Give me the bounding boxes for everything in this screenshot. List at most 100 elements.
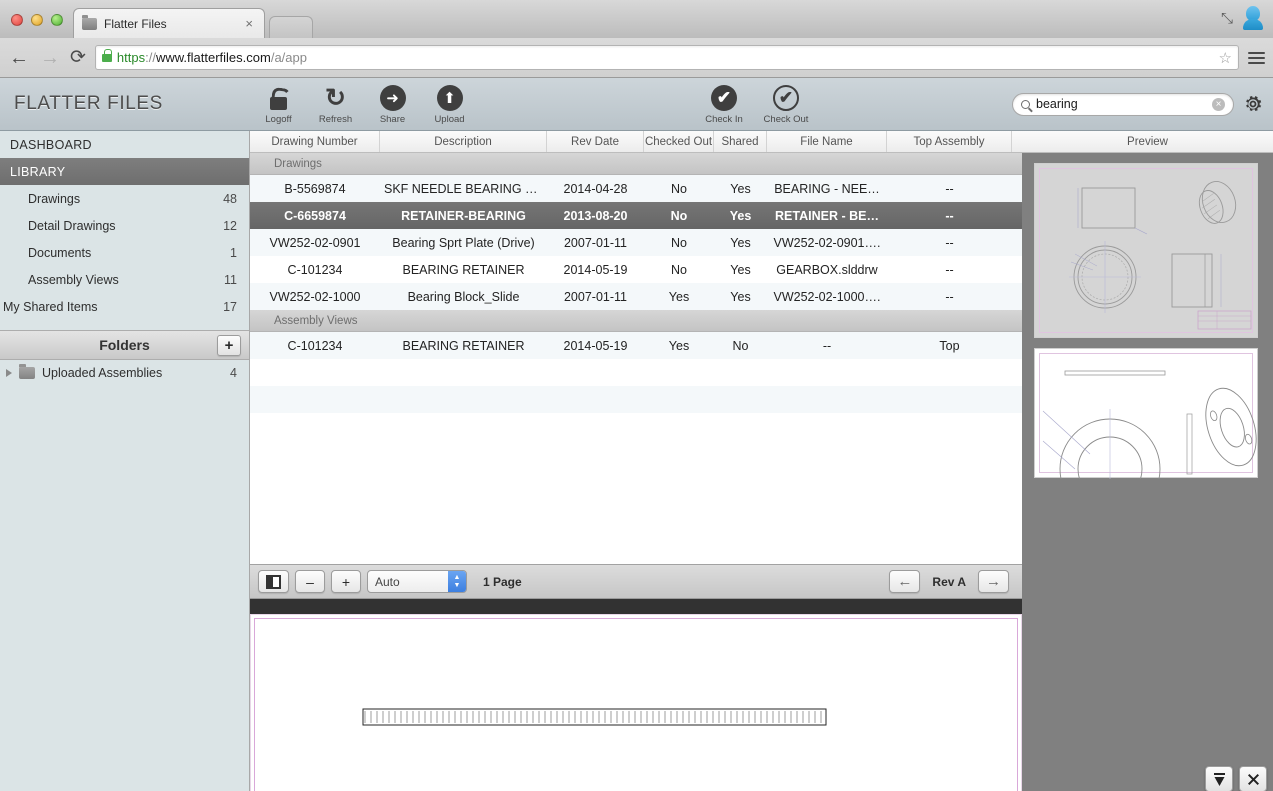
checkin-checkout-group: ✔ Check In ✔ Check Out — [693, 84, 817, 125]
check-out-button[interactable]: ✔ Check Out — [755, 84, 817, 125]
cell-rev-date: 2014-04-28 — [563, 181, 628, 196]
maximize-window-button[interactable] — [51, 14, 63, 26]
prev-revision-button[interactable]: ← — [889, 570, 921, 593]
sidebar-detail-drawings-label: Detail Drawings — [28, 218, 116, 233]
expand-triangle-icon[interactable] — [6, 369, 12, 377]
search-input[interactable] — [1036, 97, 1212, 111]
table-row[interactable]: B-5569874 SKF NEEDLE BEARING #… 2014-04-… — [250, 175, 1022, 202]
preview-thumbnail-list[interactable] — [1022, 153, 1273, 791]
sidebar-shared-count: 17 — [223, 299, 237, 314]
viewer-toolbar: – + Auto ▲ ▼ 1 Page ← Rev A → — [250, 564, 1022, 599]
share-button[interactable]: ➜ Share — [364, 84, 421, 125]
next-revision-button[interactable]: → — [978, 570, 1009, 593]
cell-shared: No — [732, 338, 749, 353]
sidebar-item-dashboard[interactable]: DASHBOARD — [0, 131, 249, 158]
reload-button[interactable]: ⟳ — [70, 46, 86, 69]
table-row[interactable]: VW252-02-1000 Bearing Block_Slide 2007-0… — [250, 283, 1022, 310]
fullscreen-expand-icon[interactable]: ⤡ — [1221, 10, 1233, 27]
ssl-lock-icon — [101, 48, 112, 62]
upload-button[interactable]: ⬆ Upload — [421, 84, 478, 125]
split-view-button[interactable] — [258, 570, 289, 593]
cell-drawing-number: C-6659874 — [284, 208, 346, 223]
sidebar-item-detail-drawings[interactable]: Detail Drawings 12 — [0, 212, 249, 239]
zoom-level-value: Auto — [375, 574, 400, 589]
pin-to-top-button[interactable] — [1205, 766, 1233, 791]
url-scheme: https — [116, 50, 146, 65]
zoom-level-select[interactable]: Auto ▲ ▼ — [367, 570, 467, 593]
close-window-button[interactable] — [11, 14, 23, 26]
browser-chrome: Flatter Files × ⤡ ← → ⟳ https://www.flat… — [0, 0, 1273, 78]
address-bar[interactable]: https://www.flatterfiles.com/a/app ☆ — [94, 45, 1239, 70]
preview-thumbnail-page-2[interactable] — [1034, 348, 1258, 479]
column-header-rev-date[interactable]: Rev Date — [547, 131, 644, 152]
cell-rev-date: 2007-01-11 — [563, 289, 627, 304]
cell-file-name: GEARBOX.slddrw — [776, 262, 878, 277]
sidebar-item-my-shared-items[interactable]: My Shared Items 17 — [0, 293, 249, 320]
cell-shared: Yes — [729, 208, 752, 223]
forward-button[interactable]: → — [39, 48, 61, 68]
zoom-out-button[interactable]: – — [295, 570, 325, 593]
sidebar-item-drawings[interactable]: Drawings 48 — [0, 185, 249, 212]
close-preview-button[interactable] — [1239, 766, 1267, 791]
thumbnail-2-drawing — [1042, 370, 1257, 479]
browser-menu-icon[interactable] — [1248, 51, 1265, 64]
upload-arrow-icon: ⬆ — [436, 84, 464, 112]
sidebar-item-assembly-views[interactable]: Assembly Views 11 — [0, 266, 249, 293]
drawing-svg: ⌀1.02 ⌀2.07 — [362, 708, 827, 726]
sidebar: DASHBOARD LIBRARY Drawings 48 Detail Dra… — [0, 131, 250, 791]
cell-checked-out: No — [671, 235, 687, 250]
browser-tab[interactable]: Flatter Files × — [73, 8, 265, 38]
cell-top-assembly: -- — [945, 262, 954, 277]
sidebar-item-library[interactable]: LIBRARY — [0, 158, 249, 185]
sidebar-library-label: LIBRARY — [10, 164, 66, 179]
cell-checked-out: Yes — [668, 289, 690, 304]
column-header-file-name[interactable]: File Name — [767, 131, 887, 152]
settings-gear-icon[interactable] — [1243, 94, 1263, 114]
table-row[interactable]: C-101234 BEARING RETAINER 2014-05-19 Yes… — [250, 332, 1022, 359]
cell-description: RETAINER-BEARING — [401, 208, 526, 223]
add-folder-button[interactable]: + — [217, 334, 241, 356]
minimize-window-button[interactable] — [31, 14, 43, 26]
drawing-viewer[interactable]: ⌀1.02 ⌀2.07 — [250, 599, 1022, 791]
logoff-button[interactable]: Logoff — [250, 84, 307, 125]
folder-item-uploaded-assemblies[interactable]: Uploaded Assemblies 4 — [0, 360, 249, 386]
stepper-arrows-icon[interactable]: ▲ ▼ — [448, 571, 466, 592]
user-profile-icon[interactable] — [1243, 6, 1263, 30]
table-empty-area — [250, 359, 1022, 564]
table-row[interactable]: C-101234 BEARING RETAINER 2014-05-19 No … — [250, 256, 1022, 283]
column-header-checked-out[interactable]: Checked Out — [644, 131, 714, 152]
cell-rev-date: 2013-08-20 — [563, 208, 628, 223]
main-layout: DASHBOARD LIBRARY Drawings 48 Detail Dra… — [0, 131, 1273, 791]
check-in-button[interactable]: ✔ Check In — [693, 84, 755, 125]
search-box[interactable]: × — [1012, 92, 1234, 116]
preview-thumbnail-page-1[interactable] — [1034, 163, 1258, 338]
new-tab-button[interactable] — [269, 16, 313, 38]
page-count-label: 1 Page — [483, 574, 522, 589]
zoom-in-button[interactable]: + — [331, 570, 361, 593]
table-row[interactable]: VW252-02-0901 Bearing Sprt Plate (Drive)… — [250, 229, 1022, 256]
cell-top-assembly: -- — [945, 235, 954, 250]
column-header-description[interactable]: Description — [380, 131, 547, 152]
refresh-button[interactable]: ↻ Refresh — [307, 84, 364, 125]
cell-file-name: BEARING - NEE… — [774, 181, 880, 196]
sidebar-documents-label: Documents — [28, 245, 92, 260]
cell-checked-out: No — [671, 262, 687, 277]
clear-search-icon[interactable]: × — [1212, 97, 1225, 111]
sidebar-assembly-views-label: Assembly Views — [28, 272, 119, 287]
group-label-drawings: Drawings — [274, 157, 322, 170]
url-path: /a/app — [270, 50, 307, 65]
cell-top-assembly: -- — [945, 208, 954, 223]
pin-to-top-icon — [1213, 772, 1225, 786]
tab-close-icon[interactable]: × — [242, 16, 256, 31]
refresh-label: Refresh — [318, 113, 353, 125]
sidebar-item-documents[interactable]: Documents 1 — [0, 239, 249, 266]
cell-file-name: VW252-02-0901…. — [773, 235, 881, 250]
column-header-top-assembly[interactable]: Top Assembly — [887, 131, 1012, 152]
bookmark-star-icon[interactable]: ☆ — [1219, 49, 1232, 67]
window-traffic-lights[interactable] — [0, 14, 73, 38]
column-header-drawing-number[interactable]: Drawing Number — [250, 131, 380, 152]
table-row-selected[interactable]: C-6659874 RETAINER-BEARING 2013-08-20 No… — [250, 202, 1022, 229]
back-button[interactable]: ← — [8, 48, 30, 68]
column-header-shared[interactable]: Shared — [714, 131, 767, 152]
check-in-label: Check In — [705, 113, 743, 125]
